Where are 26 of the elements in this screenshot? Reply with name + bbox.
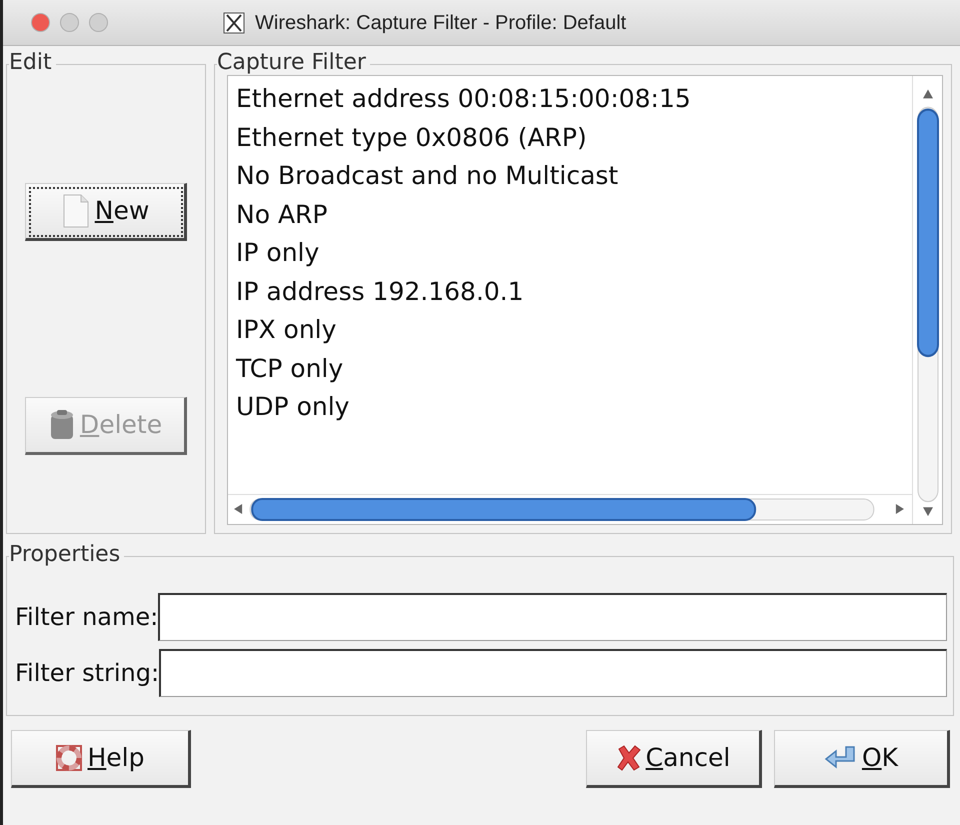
field-label: Filter name:	[15, 602, 158, 633]
filter-list-item[interactable]: Ethernet type 0x0806 (ARP)	[236, 118, 912, 157]
help-button[interactable]: Help	[11, 730, 191, 788]
filter-list-item[interactable]: No ARP	[236, 196, 912, 234]
filter-list-item[interactable]: UDP only	[236, 388, 912, 426]
window-title: Wireshark: Capture Filter - Profile: Default	[255, 11, 626, 36]
filter-list-item[interactable]: No Broadcast and no Multicast	[236, 157, 912, 196]
cross-icon	[616, 744, 642, 772]
text-field[interactable]	[159, 649, 947, 697]
text-field[interactable]	[158, 593, 947, 641]
filter-list-item[interactable]: TCP only	[236, 350, 912, 388]
lifebuoy-icon	[55, 744, 84, 772]
new-button[interactable]: New	[25, 183, 187, 241]
x-window-icon	[223, 12, 245, 34]
filter-list-item[interactable]: Ethernet address 00:08:15:00:08:15	[236, 80, 912, 118]
ok-button[interactable]: OK	[774, 730, 950, 788]
document-icon	[60, 194, 91, 228]
filter-list-item[interactable]: IP address 192.168.0.1	[236, 272, 912, 311]
field-label: Filter string:	[15, 658, 160, 689]
cancel-button[interactable]: Cancel	[586, 730, 762, 788]
close-button[interactable]	[31, 13, 50, 32]
horizontal-scrollbar[interactable]	[228, 494, 912, 524]
vertical-scrollbar[interactable]	[912, 76, 942, 524]
return-arrow-icon	[824, 745, 858, 771]
filter-list-item[interactable]: IP only	[236, 234, 912, 272]
filter-list-item[interactable]: IPX only	[236, 311, 912, 350]
